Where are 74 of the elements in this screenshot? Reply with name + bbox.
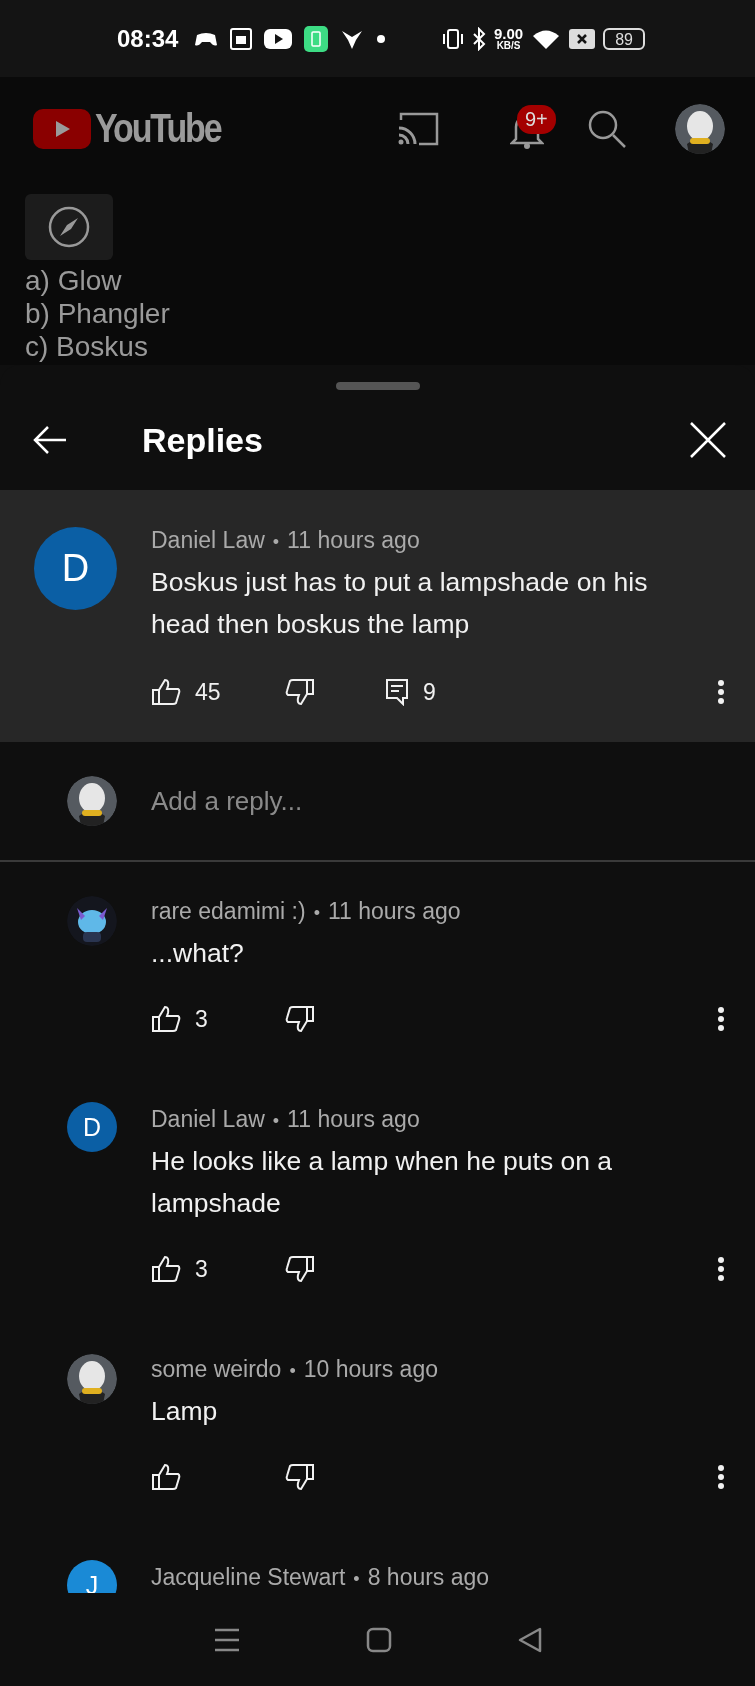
play-logo-icon [33, 108, 91, 149]
menu-icon[interactable] [212, 1626, 241, 1653]
avatar[interactable]: J [67, 1560, 117, 1593]
thumbs-down-icon [285, 1463, 315, 1491]
thumbs-down-icon [285, 1005, 315, 1033]
play-icon [264, 28, 293, 49]
description-text: b) Phangler [25, 297, 171, 330]
home-square-icon[interactable] [365, 1626, 392, 1653]
thumbs-up-icon [151, 1255, 181, 1283]
comment-time: 11 hours ago [287, 527, 420, 553]
clock-time: 08:34 [117, 24, 179, 53]
bluetooth-icon [472, 26, 486, 51]
thumbs-up-icon [151, 1463, 181, 1491]
more-icon [717, 1006, 725, 1032]
thumbs-down-icon [285, 678, 315, 706]
separator-dot: • [289, 1361, 296, 1381]
more-button[interactable] [717, 1256, 725, 1282]
more-icon [717, 1256, 725, 1282]
network-speed: 9.00 [494, 26, 524, 41]
comment-text: Lamp [151, 1395, 219, 1428]
reply-input-field[interactable]: Add a reply... [151, 785, 755, 817]
more-button[interactable] [717, 1464, 725, 1490]
comment-text: Boskus just has to put a lampshade on his head then boskus the lamp [151, 566, 649, 641]
logo: YouTube [95, 106, 221, 151]
network-unit: KB/S [496, 41, 521, 51]
comment-icon [385, 678, 409, 706]
search-button[interactable] [587, 108, 627, 149]
description-text: a) Glow [25, 264, 123, 297]
back-triangle-icon[interactable] [516, 1626, 543, 1653]
more-icon [717, 1464, 725, 1490]
vibrate-icon [442, 27, 464, 50]
drag-handle[interactable] [335, 382, 420, 390]
comment-text: He looks like a lamp when he puts on a lampshade [151, 1145, 614, 1220]
compass-icon [47, 205, 91, 249]
cast-icon [397, 111, 439, 146]
notification-badge: 9+ [517, 104, 556, 134]
like-button[interactable]: 3 [151, 1005, 285, 1033]
replies-button[interactable]: 9 [385, 678, 436, 706]
thumbs-up-icon [151, 1005, 181, 1033]
dot-icon [376, 33, 387, 44]
back-arrow-icon [32, 425, 68, 455]
more-button[interactable] [717, 1006, 725, 1032]
explore-button[interactable] [25, 194, 113, 260]
comment-text: ...what? [151, 937, 245, 970]
more-icon [717, 679, 725, 705]
comment-time: 8 hours ago [367, 1564, 490, 1590]
search-icon [587, 108, 627, 149]
more-button[interactable] [717, 679, 725, 705]
comment-time: 11 hours ago [327, 898, 461, 924]
separator-dot: • [272, 1111, 280, 1131]
description-text: c) Boskus [25, 330, 149, 363]
back-button[interactable] [32, 425, 68, 455]
like-button[interactable]: 3 [151, 1255, 285, 1283]
comment-time: 11 hours ago [287, 1106, 420, 1132]
panel-title: Replies [142, 420, 263, 460]
avatar[interactable]: D [67, 1102, 117, 1152]
like-button[interactable]: 45 [151, 678, 285, 706]
thumbs-down-icon [285, 1255, 315, 1283]
comment-time: 10 hours ago [303, 1356, 438, 1382]
separator-dot: • [272, 532, 280, 552]
avatar[interactable]: D [34, 527, 117, 610]
comment-author[interactable]: Daniel Law [151, 527, 265, 553]
battery-indicator: 89 [603, 27, 645, 50]
cast-button[interactable] [397, 111, 439, 146]
thumbs-up-icon [151, 678, 181, 706]
close-icon [689, 421, 727, 459]
comment-author[interactable]: Daniel Law [151, 1106, 265, 1132]
close-button[interactable] [689, 421, 727, 459]
comment-author[interactable]: Jacqueline Stewart [151, 1564, 346, 1590]
separator-dot: • [353, 1569, 360, 1589]
comment-author[interactable]: rare edamimi :) [151, 898, 306, 924]
comment-author[interactable]: some weirdo [151, 1356, 282, 1382]
no-sim-icon [569, 28, 596, 49]
separator-dot: • [313, 903, 320, 923]
